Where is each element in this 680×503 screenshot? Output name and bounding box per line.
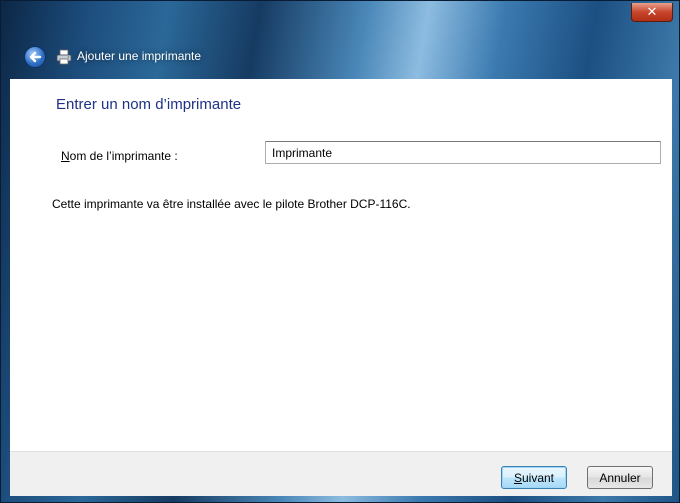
- printer-name-label: Nom de l’imprimante :: [61, 149, 178, 163]
- driver-info-text: Cette imprimante va être installée avec …: [52, 197, 411, 211]
- back-arrow-icon: [29, 51, 42, 63]
- label-text: om de l’imprimante :: [69, 149, 178, 163]
- wizard-title: Ajouter une imprimante: [77, 49, 202, 63]
- cancel-button[interactable]: Annuler: [587, 466, 653, 489]
- next-button[interactable]: Suivant: [501, 466, 567, 489]
- printer-name-input[interactable]: [265, 141, 661, 164]
- page-title: Entrer un nom d’imprimante: [56, 96, 242, 113]
- title-bar: ✕ Ajouter une imprimante: [1, 1, 680, 81]
- printer-icon: [56, 49, 72, 65]
- close-button[interactable]: ✕: [631, 3, 673, 22]
- next-label: uivant: [521, 470, 555, 485]
- add-printer-window: ✕ Ajouter une imprimante Entrer un nom d…: [0, 0, 680, 503]
- close-icon: ✕: [646, 4, 658, 20]
- next-mnemonic: S: [513, 470, 522, 485]
- back-button[interactable]: [24, 46, 46, 68]
- label-mnemonic: N: [61, 149, 70, 163]
- wizard-content: Entrer un nom d’imprimante Nom de l’impr…: [10, 79, 672, 451]
- wizard-footer: Suivant Annuler: [10, 451, 672, 496]
